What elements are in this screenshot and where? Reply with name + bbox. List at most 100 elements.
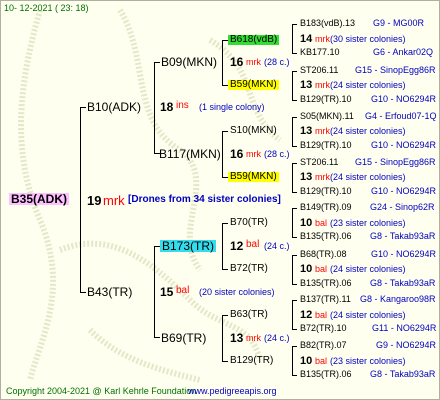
mark: bal: [315, 310, 328, 320]
num: 10: [300, 217, 313, 229]
num: 15: [160, 285, 174, 299]
connector: [222, 269, 228, 270]
mark: mrk: [315, 126, 330, 136]
group: G10 - NO6294R: [371, 140, 437, 150]
note: (28 c.): [264, 57, 290, 67]
group: G24 - Sinop62R: [370, 202, 435, 212]
group: G8 - Takab93aR: [370, 369, 436, 379]
mark: mrk: [315, 80, 330, 90]
note: (23 sister colonies): [330, 356, 406, 366]
queen-gen4[interactable]: B129(TR).10: [300, 187, 352, 196]
mark: bal: [315, 218, 328, 228]
mark: bal: [315, 356, 328, 366]
mark: bal: [246, 239, 260, 250]
queen-gen4[interactable]: B129(TR).10: [300, 141, 352, 150]
connector-gen3: [222, 315, 223, 361]
queen-b72-tr[interactable]: B72(TR): [230, 264, 268, 274]
queen-gen4[interactable]: B135(TR).06: [300, 279, 352, 288]
queen-gen4[interactable]: B183(vdB).13: [300, 19, 355, 28]
group: G15 - SinopEgg86R: [355, 65, 436, 75]
connector-gen4: [292, 117, 293, 146]
num: 10: [300, 263, 313, 275]
num: 18: [160, 100, 174, 114]
queen-gen4[interactable]: ST206.11: [300, 66, 338, 75]
connector: [292, 117, 297, 118]
connector: [222, 223, 228, 224]
connector-gen4: [292, 300, 293, 329]
mark: mrk: [246, 57, 261, 67]
connector-gen4: [292, 208, 293, 237]
connector-gen4: [292, 255, 293, 284]
connector: [292, 71, 297, 72]
queen-gen4[interactable]: B149(TR).09: [300, 203, 352, 212]
queen-b59-mkn[interactable]: B59(MKN): [228, 80, 279, 90]
num: 13: [300, 79, 313, 91]
num: 13: [230, 331, 244, 345]
mark: mrk: [246, 149, 261, 159]
queen-gen4[interactable]: B82(TR).07: [300, 341, 347, 350]
connector: [222, 131, 228, 132]
mark: mrk: [315, 34, 330, 44]
note: (24 sister colonies): [330, 126, 406, 136]
connector: [292, 208, 297, 209]
group: G8 - Takab93aR: [370, 278, 436, 288]
queen-gen4[interactable]: B72(TR).10: [300, 324, 347, 333]
mark: mrk: [315, 172, 330, 182]
connector-gen3: [222, 40, 223, 85]
connector: [292, 329, 297, 330]
queen-gen4[interactable]: B135(TR).06: [300, 370, 352, 379]
queen-b59-mkn[interactable]: B59(MKN): [228, 172, 279, 182]
note: (23 sister colonies): [330, 218, 406, 228]
queen-gen4[interactable]: B137(TR).11: [300, 295, 351, 304]
num: 13: [300, 171, 313, 183]
root-num: 19: [87, 193, 102, 208]
group: G8 - Takab93aR: [370, 231, 436, 241]
note: (24 c.): [264, 333, 290, 343]
connector: [292, 300, 297, 301]
num: 14: [300, 33, 313, 45]
mark: ins: [176, 100, 189, 111]
queen-b117-mkn[interactable]: B117(MKN): [159, 148, 221, 160]
queen-gen4[interactable]: KB177.10: [300, 48, 340, 57]
mark: bal: [315, 264, 328, 274]
connector: [292, 163, 297, 164]
queen-s10-mkn[interactable]: S10(MKN): [230, 126, 277, 136]
connector: [222, 315, 228, 316]
group: G15 - SinopEgg86R: [355, 157, 436, 167]
queen-b70-tr[interactable]: B70(TR): [230, 218, 268, 228]
queen-b09-mkn[interactable]: B09(MKN): [161, 56, 217, 68]
note: (24 sister colonies): [330, 172, 406, 182]
queen-b129-tr[interactable]: B129(TR): [230, 356, 273, 366]
group: G11 - NO6294R: [372, 323, 437, 333]
group: G9 - MG00R: [373, 18, 425, 28]
queen-gen4[interactable]: ST206.11: [300, 158, 338, 167]
connector: [292, 146, 297, 147]
queen-b618-vdb[interactable]: B618(vdB): [228, 35, 280, 45]
connector-gen4: [292, 71, 293, 100]
note: (1 single colony): [199, 102, 265, 112]
note: (24 sister colonies): [330, 310, 406, 320]
queen-b10-adk[interactable]: B10(ADK): [87, 101, 141, 113]
connector-gen4: [292, 24, 293, 53]
root-queen[interactable]: B35(ADK): [9, 193, 70, 205]
queen-gen4[interactable]: B68(TR).08: [300, 250, 347, 259]
group: G10 - NO6294R: [371, 94, 437, 104]
queen-b69-tr[interactable]: B69(TR): [161, 332, 206, 344]
connector-gen3: [222, 223, 223, 269]
queen-gen4[interactable]: B129(TR).10: [300, 95, 352, 104]
connector: [80, 107, 86, 108]
group: G4 - Erfoud07-1Q: [365, 111, 437, 121]
queen-gen4[interactable]: B135(TR).06: [300, 232, 352, 241]
queen-b63-tr[interactable]: B63(TR): [230, 310, 268, 320]
connector: [292, 284, 297, 285]
queen-b43-tr[interactable]: B43(TR): [87, 286, 132, 298]
connector-gen3: [222, 131, 223, 177]
website-link[interactable]: www.pedigreeapis.org: [188, 387, 277, 396]
num: 13: [300, 125, 313, 137]
connector: [222, 361, 228, 362]
group: G9 - NO6294R: [376, 340, 437, 350]
queen-b173-tr[interactable]: B173(TR): [160, 240, 217, 252]
connector-root: [80, 107, 81, 292]
connector-b43: [154, 246, 155, 337]
queen-gen4[interactable]: S05(MKN).11: [300, 112, 354, 121]
